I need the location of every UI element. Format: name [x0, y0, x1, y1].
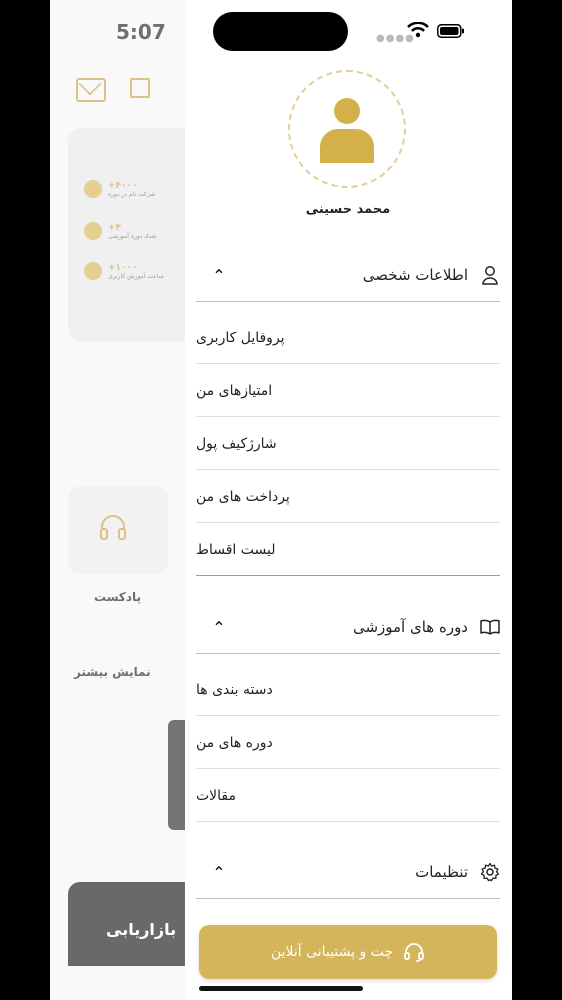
- menu-item-label: دوره های من: [196, 734, 273, 751]
- menu-item-profile[interactable]: پروفایل کاربری: [196, 312, 500, 364]
- chat-button-label: چت و پشتیبانی آنلاین: [270, 944, 394, 960]
- menu-item-articles[interactable]: مقالات: [196, 770, 500, 822]
- book-icon: [480, 619, 500, 635]
- section-title: دوره های آموزشی: [352, 618, 468, 636]
- dynamic-island: [213, 12, 348, 51]
- menu-item-label: لیست اقساط: [196, 541, 276, 558]
- avatar[interactable]: [320, 97, 374, 163]
- online-support-chat-button[interactable]: چت و پشتیبانی آنلاین: [199, 925, 497, 979]
- wifi-icon: [407, 22, 429, 38]
- menu-item-label: امتیازهای من: [196, 382, 273, 399]
- menu-item-installments[interactable]: لیست اقساط: [196, 524, 500, 576]
- menu-item-categories[interactable]: دسته بندی ها: [196, 664, 500, 716]
- menu-item-payments[interactable]: پرداخت های من: [196, 471, 500, 523]
- support-headset-icon: [404, 943, 424, 962]
- menu-item-label: پروفایل کاربری: [196, 329, 285, 346]
- menu-item-wallet[interactable]: شارژکیف پول: [196, 418, 500, 470]
- menu-item-label: پرداخت های من: [196, 488, 290, 505]
- person-icon: [482, 266, 498, 285]
- menu-item-label: مقالات: [196, 787, 237, 804]
- menu-item-my-courses[interactable]: دوره های من: [196, 717, 500, 769]
- section-title: تنظیمات: [415, 863, 468, 881]
- section-title: اطلاعات شخصی: [362, 266, 468, 284]
- chevron-up-icon[interactable]: ⌃: [204, 863, 234, 882]
- menu-item-points[interactable]: امتیازهای من: [196, 365, 500, 417]
- menu-item-label: دسته بندی ها: [196, 681, 273, 698]
- section-courses[interactable]: ⌃ دوره های آموزشی: [196, 601, 500, 654]
- gear-icon: [480, 862, 500, 882]
- section-personal-info[interactable]: ⌃ اطلاعات شخصی: [196, 249, 500, 302]
- home-indicator[interactable]: [199, 986, 363, 991]
- section-settings[interactable]: ⌃ تنظیمات: [196, 846, 500, 899]
- chevron-up-icon[interactable]: ⌃: [204, 618, 234, 637]
- battery-icon: [437, 24, 464, 38]
- user-name: محمد حسینی: [305, 202, 391, 217]
- chevron-up-icon[interactable]: ⌃: [204, 266, 234, 285]
- menu-item-label: شارژکیف پول: [196, 435, 277, 452]
